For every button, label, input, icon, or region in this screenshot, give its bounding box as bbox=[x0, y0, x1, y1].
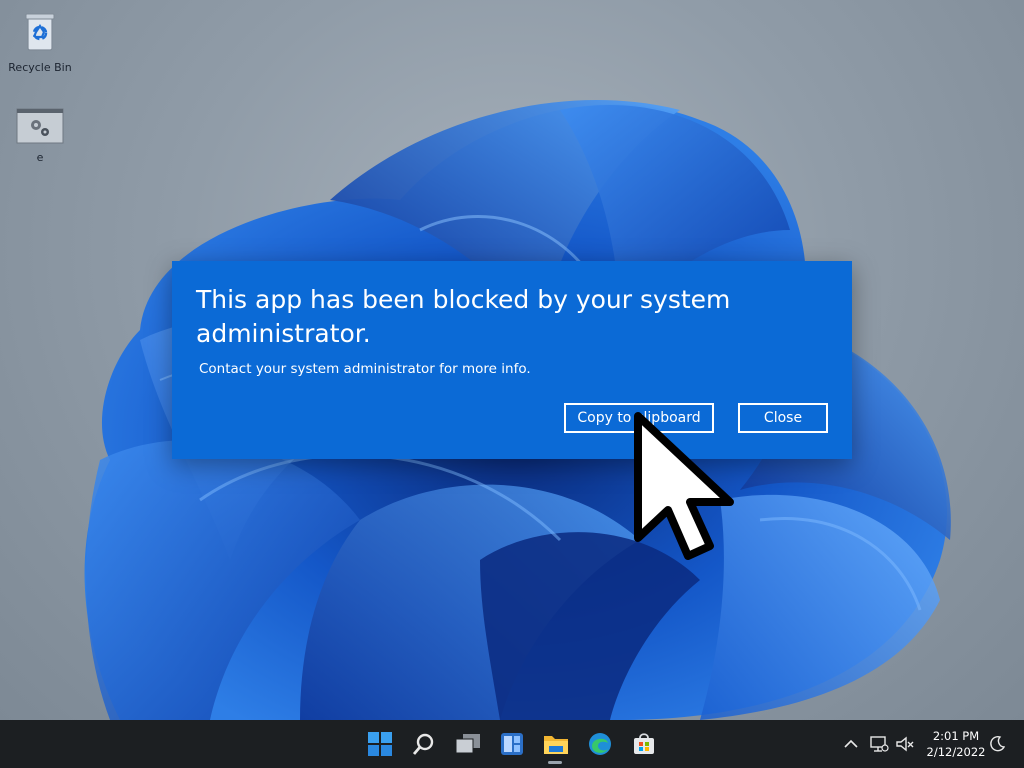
desktop-icon-recycle-bin[interactable]: Recycle Bin bbox=[0, 10, 80, 74]
task-view-button[interactable] bbox=[452, 728, 484, 760]
close-button[interactable]: Close bbox=[738, 403, 828, 433]
file-explorer-icon bbox=[544, 736, 568, 754]
mouse-cursor-icon bbox=[634, 412, 734, 560]
network-icon bbox=[870, 736, 889, 752]
start-icon bbox=[368, 732, 392, 756]
network-button[interactable] bbox=[868, 732, 890, 756]
dialog-title: This app has been blocked by your system… bbox=[196, 285, 731, 348]
clock-date: 2/12/2022 bbox=[926, 745, 986, 759]
volume-button[interactable] bbox=[894, 732, 916, 756]
edge-icon bbox=[589, 733, 611, 755]
taskbar: 2:01 PM 2/12/2022 bbox=[0, 720, 1024, 768]
active-indicator bbox=[548, 761, 562, 764]
focus-assist-button[interactable] bbox=[986, 732, 1008, 756]
widgets-icon bbox=[501, 733, 523, 755]
store-button[interactable] bbox=[628, 728, 660, 760]
volume-muted-icon bbox=[896, 736, 914, 752]
task-view-icon bbox=[455, 734, 480, 754]
taskbar-clock[interactable]: 2:01 PM 2/12/2022 bbox=[922, 728, 990, 760]
edge-button[interactable] bbox=[584, 728, 616, 760]
dialog-message: Contact your system administrator for mo… bbox=[199, 361, 531, 377]
focus-moon-icon bbox=[990, 735, 1006, 752]
recycle-bin-icon bbox=[25, 13, 55, 51]
show-hidden-icons-button[interactable] bbox=[840, 732, 862, 756]
search-icon bbox=[412, 733, 434, 755]
file-explorer-button[interactable] bbox=[540, 728, 572, 764]
search-button[interactable] bbox=[408, 728, 440, 760]
store-icon bbox=[634, 733, 654, 754]
desktop-icon-label: e bbox=[36, 151, 44, 164]
app-blocked-dialog: This app has been blocked by your system… bbox=[172, 261, 852, 459]
settings-shortcut-icon bbox=[16, 108, 64, 144]
widgets-button[interactable] bbox=[496, 728, 528, 760]
desktop-icon-label: Recycle Bin bbox=[8, 61, 72, 74]
desktop-icon-e[interactable]: e bbox=[0, 108, 80, 164]
start-button[interactable] bbox=[364, 728, 396, 760]
chevron-up-icon bbox=[844, 739, 858, 748]
clock-time: 2:01 PM bbox=[932, 729, 980, 743]
